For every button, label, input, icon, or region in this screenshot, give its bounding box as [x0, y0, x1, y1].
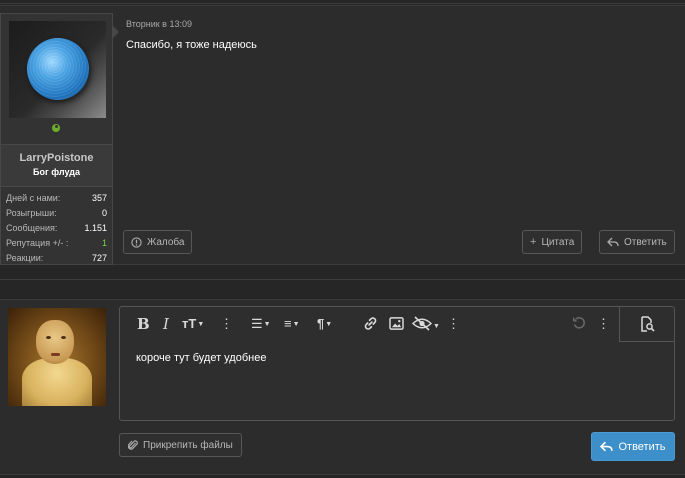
message-post: LarryPoistone Бог флуда Дней с нами: 357…	[0, 5, 685, 265]
text-size-icon[interactable]: тT▼	[182, 317, 204, 332]
avatar[interactable]	[9, 21, 106, 118]
report-icon	[131, 236, 142, 248]
message-editor[interactable]: B I тT▼ ⋮ ☰▼ ≡▼ ¶▼ ▼ ⋮ ⋮ короче тут буде…	[119, 306, 675, 421]
undo-icon[interactable]	[572, 316, 586, 332]
current-user-avatar[interactable]	[8, 308, 106, 406]
paperclip-icon	[128, 440, 138, 450]
reply-arrow-icon	[600, 441, 614, 452]
user-card: LarryPoistone Бог флуда Дней с нами: 357…	[0, 13, 119, 265]
user-title: Бог флуда	[33, 167, 80, 177]
italic-icon[interactable]: I	[163, 317, 169, 332]
bold-icon[interactable]: B	[137, 317, 150, 332]
avatar-figure-head	[36, 320, 74, 364]
post-reply-button[interactable]: Ответить	[599, 230, 675, 254]
more-options-icon-3[interactable]: ⋮	[597, 317, 610, 331]
reply-arrow-icon	[607, 237, 619, 247]
paragraph-icon[interactable]: ¶▼	[317, 317, 332, 332]
user-name-block: LarryPoistone Бог флуда	[1, 144, 112, 187]
editor-toolbar: B I тT▼ ⋮ ☰▼ ≡▼ ¶▼ ▼ ⋮ ⋮	[120, 307, 674, 342]
post-date[interactable]: Вторник в 13:09	[126, 19, 257, 29]
image-icon[interactable]	[389, 317, 404, 332]
link-icon[interactable]	[363, 316, 378, 333]
preview-toggle[interactable]	[619, 307, 674, 342]
stat-row-days: Дней с нами: 357	[6, 192, 107, 203]
stat-row-reputation: Репутация +/- : 1	[6, 237, 107, 248]
list-icon[interactable]: ☰▼	[251, 317, 271, 332]
preview-icon	[641, 316, 655, 332]
stat-row-giveaways: Розыгрыши: 0	[6, 207, 107, 218]
align-icon[interactable]: ≡▼	[284, 317, 300, 332]
online-status-icon	[50, 122, 62, 134]
avatar-blue-ball	[27, 38, 89, 100]
quote-button[interactable]: + Цитата	[522, 230, 583, 254]
quick-reply-form: B I тT▼ ⋮ ☰▼ ≡▼ ¶▼ ▼ ⋮ ⋮ короче тут буде…	[0, 299, 685, 475]
top-divider	[0, 3, 685, 4]
hide-content-icon[interactable]: ▼	[411, 316, 440, 334]
attach-files-button[interactable]: Прикрепить файлы	[119, 433, 242, 457]
plus-icon: +	[530, 236, 537, 248]
avatar-figure-body	[22, 358, 92, 406]
post-body: Вторник в 13:09 Спасибо, я тоже надеюсь	[126, 19, 257, 51]
stat-row-messages: Сообщения: 1.151	[6, 222, 107, 233]
submit-reply-button[interactable]: Ответить	[591, 432, 675, 461]
post-text: Спасибо, я тоже надеюсь	[126, 39, 257, 51]
user-stats: Дней с нами: 357 Розыгрыши: 0 Сообщения:…	[1, 190, 112, 265]
more-options-icon-2[interactable]: ⋮	[447, 317, 460, 331]
report-button[interactable]: Жалоба	[123, 230, 193, 254]
username-link[interactable]: LarryPoistone	[1, 152, 112, 164]
more-options-icon[interactable]: ⋮	[220, 317, 233, 331]
editor-content[interactable]: короче тут будет удобнее	[136, 352, 266, 364]
section-divider	[0, 279, 685, 280]
stat-row-reactions: Реакции: 727	[6, 252, 107, 263]
